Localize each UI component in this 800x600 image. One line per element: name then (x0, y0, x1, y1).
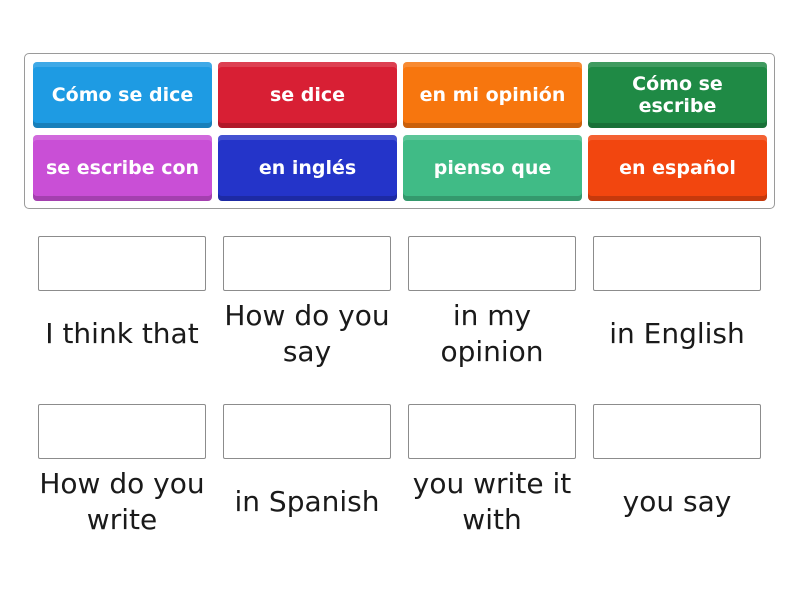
clue-text: in my opinion (440, 299, 544, 368)
tile-se-escribe-con[interactable]: se escribe con (33, 135, 212, 201)
drop-slot-7[interactable] (408, 404, 576, 459)
drop-slot-4[interactable] (593, 236, 761, 291)
drop-slot-6[interactable] (223, 404, 391, 459)
clue-text: How do you write (39, 467, 205, 536)
clue-text: How do you say (224, 299, 390, 368)
drop-slot-3[interactable] (408, 236, 576, 291)
clue-text: you say (622, 485, 732, 518)
tile-como-se-dice[interactable]: Cómo se dice (33, 62, 212, 128)
tile-en-espanol[interactable]: en español (588, 135, 767, 201)
drop-slot-1[interactable] (38, 236, 206, 291)
tile-como-se-escribe[interactable]: Cómo se escribe (588, 62, 767, 128)
tile-pienso-que[interactable]: pienso que (403, 135, 582, 201)
clue-text: in English (609, 317, 745, 350)
tile-se-dice[interactable]: se dice (218, 62, 397, 128)
drop-slot-8[interactable] (593, 404, 761, 459)
drop-slot-5[interactable] (38, 404, 206, 459)
tile-en-mi-opinion[interactable]: en mi opinión (403, 62, 582, 128)
drop-slot-2[interactable] (223, 236, 391, 291)
clue-text: I think that (45, 317, 199, 350)
clue-text: in Spanish (234, 485, 380, 518)
clue-text: you write it with (412, 467, 572, 536)
tile-en-ingles[interactable]: en inglés (218, 135, 397, 201)
